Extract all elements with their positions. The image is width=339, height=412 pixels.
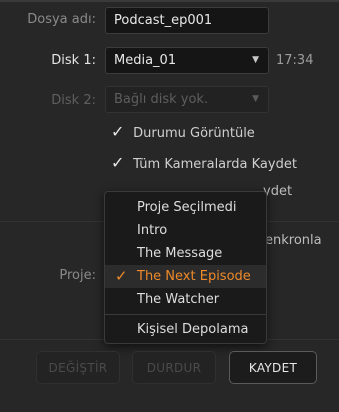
project-option-the-next-episode[interactable]: ✓ The Next Episode [105, 265, 266, 288]
checkmark-icon: ✓ [115, 267, 128, 285]
partially-hidden-option-label: ydet [263, 184, 293, 199]
project-option-the-message[interactable]: The Message [105, 242, 266, 265]
checkmark-icon: ✓ [111, 153, 125, 172]
disk1-label: Disk 1: [51, 53, 96, 68]
checkmark-icon: ✓ [111, 122, 125, 141]
project-dropdown-menu: Proje Seçilmedi Intro The Message ✓ The … [104, 191, 267, 344]
project-option-the-watcher[interactable]: The Watcher [105, 288, 266, 311]
filename-label: Dosya adı: [27, 12, 96, 27]
disk1-value: Media_01 [114, 53, 177, 68]
menu-separator [105, 314, 266, 315]
filename-input[interactable]: Podcast_ep001 [105, 7, 269, 34]
disk1-remaining-time: 17:34 [276, 53, 314, 68]
personal-storage-option[interactable]: Kişisel Depolama [105, 318, 266, 341]
disk1-select[interactable]: Media_01 ▼ [105, 47, 269, 74]
filename-value: Podcast_ep001 [114, 13, 213, 28]
change-button[interactable]: DEĞİŞTİR [36, 351, 120, 384]
project-label: Proje: [59, 268, 96, 283]
chevron-down-icon: ▼ [252, 55, 259, 65]
top-divider [0, 0, 339, 2]
project-option-intro[interactable]: Intro [105, 219, 266, 242]
project-option-none[interactable]: Proje Seçilmedi [105, 196, 266, 219]
disk2-label: Disk 2: [51, 93, 96, 108]
record-all-cameras-label: Tüm Kameralarda Kaydet [133, 157, 297, 172]
record-all-cameras-checkbox[interactable]: ✓ Tüm Kameralarda Kaydet [111, 153, 297, 172]
sync-option-label: enkronla [265, 233, 322, 248]
record-button[interactable]: KAYDET [229, 351, 317, 384]
show-status-checkbox[interactable]: ✓ Durumu Görüntüle [111, 122, 255, 141]
disk2-value: Bağlı disk yok. [114, 92, 209, 107]
record-settings-panel: Dosya adı: Podcast_ep001 Disk 1: Media_0… [0, 0, 339, 412]
disk2-select: Bağlı disk yok. ▼ [105, 86, 269, 113]
chevron-down-icon: ▼ [252, 94, 259, 104]
show-status-label: Durumu Görüntüle [133, 126, 255, 141]
stop-button[interactable]: DURDUR [132, 351, 216, 384]
